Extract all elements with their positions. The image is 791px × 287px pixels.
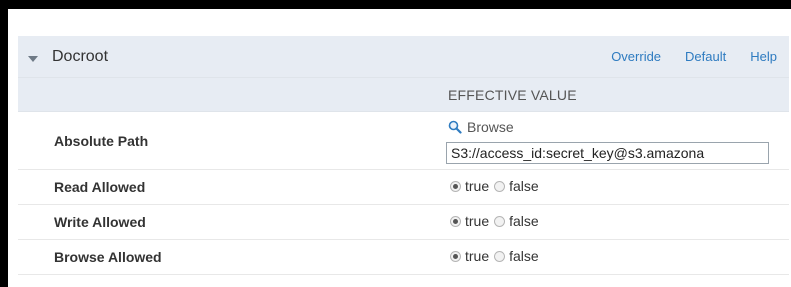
override-link[interactable]: Override: [611, 49, 661, 64]
write-allowed-radio-group: true false: [450, 213, 544, 229]
magnifier-icon: [448, 120, 462, 134]
true-option-label: true: [465, 248, 490, 264]
read-allowed-row: Read Allowed true false: [18, 170, 789, 205]
column-header-row: EFFECTIVE VALUE: [18, 78, 789, 112]
false-option-label: false: [509, 178, 539, 194]
false-option-label: false: [509, 248, 539, 264]
true-option-label: true: [465, 213, 490, 229]
absolute-path-row: Absolute Path Browse: [18, 112, 789, 170]
window-border-left: [0, 0, 8, 287]
panel-header: Docroot Override Default Help: [18, 36, 789, 78]
help-link[interactable]: Help: [750, 49, 777, 64]
write-allowed-true-radio[interactable]: [450, 215, 461, 227]
panel-title: Docroot: [52, 47, 109, 65]
browse-label: Browse: [467, 119, 514, 135]
absolute-path-label: Absolute Path: [54, 133, 149, 149]
write-allowed-false-radio[interactable]: [494, 215, 506, 227]
browse-allowed-false-radio[interactable]: [494, 250, 506, 262]
browse-allowed-row: Browse Allowed true false: [18, 240, 789, 275]
read-allowed-label: Read Allowed: [54, 179, 146, 195]
read-allowed-true-radio[interactable]: [450, 180, 461, 192]
effective-value-header: EFFECTIVE VALUE: [448, 87, 577, 103]
browse-allowed-label: Browse Allowed: [54, 249, 162, 265]
write-allowed-row: Write Allowed true false: [18, 205, 789, 240]
true-option-label: true: [465, 178, 490, 194]
browse-allowed-radio-group: true false: [450, 248, 544, 264]
triangle-down-icon: [28, 55, 38, 62]
false-option-label: false: [509, 213, 539, 229]
browse-allowed-true-radio[interactable]: [450, 250, 461, 262]
header-links: Override Default Help: [611, 36, 789, 77]
browse-button[interactable]: Browse: [448, 119, 514, 135]
read-allowed-radio-group: true false: [450, 178, 544, 194]
write-allowed-label: Write Allowed: [54, 214, 146, 230]
docroot-panel: Docroot Override Default Help EFFECTIVE …: [18, 36, 789, 287]
default-link[interactable]: Default: [685, 49, 726, 64]
window-border-top: [0, 0, 791, 9]
absolute-path-input[interactable]: [446, 142, 769, 164]
read-allowed-false-radio[interactable]: [494, 180, 506, 192]
collapse-toggle[interactable]: [18, 36, 38, 77]
